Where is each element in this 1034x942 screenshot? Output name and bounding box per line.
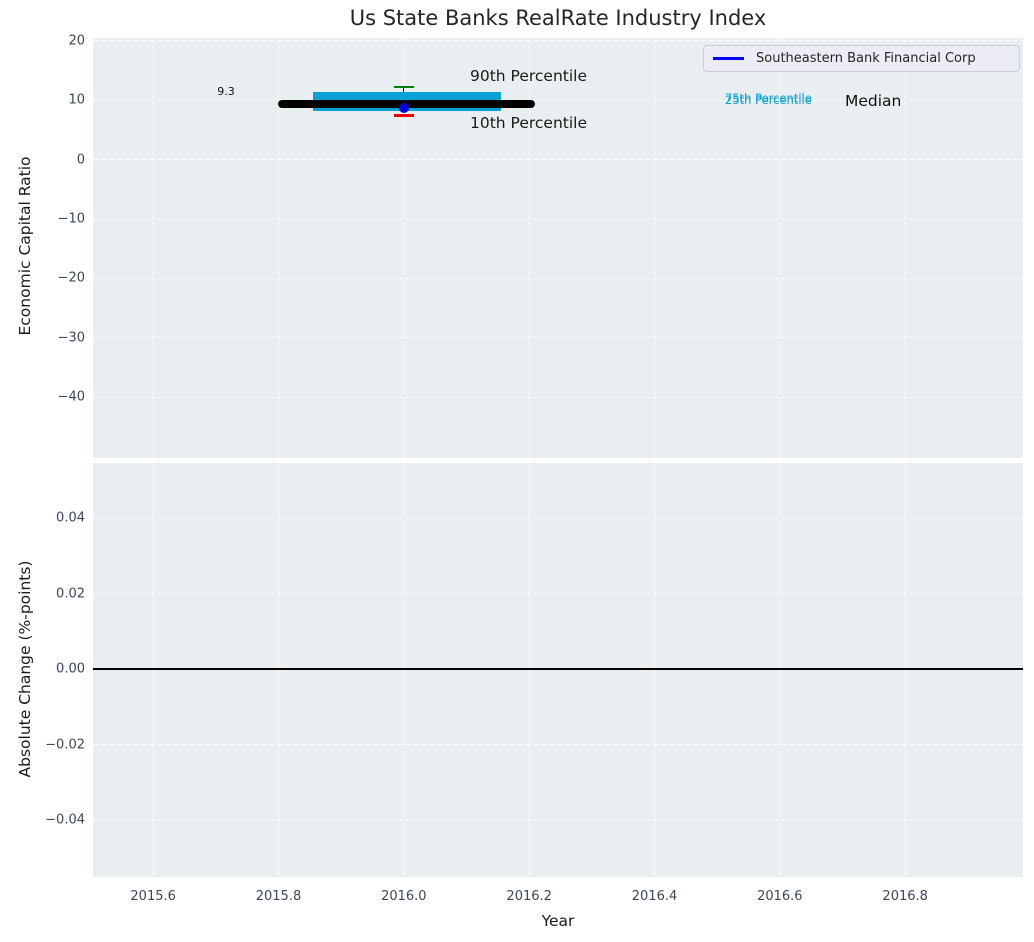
x-tick-label: 2016.6 <box>757 889 803 904</box>
x-tick-label: 2015.8 <box>255 889 302 904</box>
gridline-horizontal <box>93 218 1023 220</box>
y-tick-label: −30 <box>57 330 85 346</box>
p90-whisker-cap <box>393 85 414 89</box>
y-tick-label: 10 <box>68 92 85 108</box>
y-tick-label: −10 <box>57 211 85 227</box>
company-marker <box>398 103 409 114</box>
annotation-25th-percentile: 25th Percentile <box>725 93 812 107</box>
legend-line-sample <box>713 57 744 60</box>
x-tick-label: 2016.4 <box>631 889 678 904</box>
y-tick-label: 0.04 <box>56 510 85 526</box>
x-tick-label: 2015.6 <box>130 889 176 904</box>
y-axis-label-top: Economic Capital Ratio <box>16 156 34 336</box>
chart-title: Us State Banks RealRate Industry Index <box>349 6 767 30</box>
gridline-horizontal <box>93 517 1023 519</box>
y-axis-label-bottom: Absolute Change (%-points) <box>16 560 34 778</box>
p10-whisker-cap <box>393 114 414 117</box>
x-tick-label: 2016.2 <box>506 889 552 904</box>
gridline-horizontal <box>93 819 1023 821</box>
gridline-horizontal <box>93 337 1023 339</box>
gridline-horizontal <box>93 277 1023 279</box>
legend-label: Southeastern Bank Financial Corp <box>756 51 976 66</box>
legend: Southeastern Bank Financial Corp <box>703 45 1020 72</box>
y-tick-label: −0.04 <box>45 812 85 828</box>
x-tick-label: 2016.0 <box>381 889 427 904</box>
y-tick-label: −40 <box>57 389 85 405</box>
gridline-horizontal <box>93 396 1023 398</box>
annotation-10th-percentile: 10th Percentile <box>470 114 588 132</box>
annotation-median: Median <box>845 92 902 110</box>
annotation-median-value: 9.3 <box>217 85 235 98</box>
gridline-vertical <box>152 38 154 458</box>
y-tick-label: 0.00 <box>56 661 85 677</box>
zero-line <box>93 668 1023 671</box>
gridline-horizontal <box>93 593 1023 595</box>
bottom-panel <box>93 463 1023 877</box>
annotation-90th-percentile: 90th Percentile <box>470 67 588 85</box>
x-tick-label: 2016.8 <box>882 889 928 904</box>
gridline-vertical <box>904 38 906 458</box>
gridline-horizontal <box>93 159 1023 161</box>
y-tick-label: −20 <box>57 270 85 286</box>
gridline-horizontal <box>93 40 1023 42</box>
y-tick-label: 0.02 <box>56 586 85 602</box>
figure: Us State Banks RealRate Industry Index S… <box>0 0 1034 942</box>
x-axis-label: Year <box>541 912 575 930</box>
gridline-horizontal <box>93 744 1023 746</box>
y-tick-label: −0.02 <box>45 737 85 753</box>
y-tick-label: 20 <box>68 33 85 49</box>
y-tick-label: 0 <box>76 152 85 168</box>
gridline-vertical <box>654 38 655 458</box>
